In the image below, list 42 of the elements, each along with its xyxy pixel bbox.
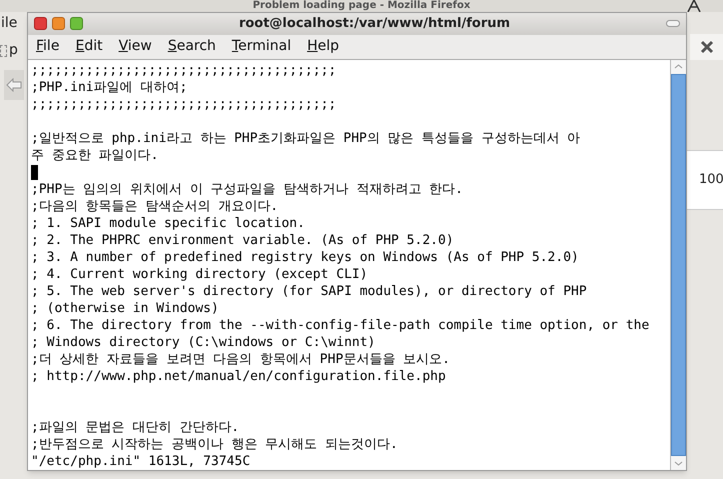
terminal-line: ; 2. The PHPRC environment variable. (As of PHP 5.2.0) xyxy=(31,233,454,248)
terminal-line: ; http://www.php.net/manual/en/configuration.file.php xyxy=(31,369,446,384)
close-icon[interactable] xyxy=(34,17,47,30)
background-menu-item[interactable]: ile xyxy=(1,13,18,34)
scroll-up-icon[interactable] xyxy=(671,60,686,74)
terminal-line: ;더 상세한 자료들을 보려면 다음의 항목에서 PHP문서들을 보시오. xyxy=(31,352,450,367)
menu-item[interactable]: File xyxy=(36,36,60,58)
terminal-line: ;일반적으로 php.ini라고 하는 PHP초기화파일은 PHP의 많은 특성들을 구성하는데서 아 xyxy=(31,131,580,146)
terminal-line: ; Windows directory (C:\windows or C:\winnt) xyxy=(31,335,376,350)
terminal-line: ;PHP.ini파일에 대하여; xyxy=(31,80,188,95)
terminal-line: ;파일의 문법은 대단히 간단하다. xyxy=(31,420,240,435)
terminal-line: ; 3. A number of predefined registry keys on Windows (As of PHP 5.2.0) xyxy=(31,250,579,265)
text-cursor xyxy=(31,165,38,180)
menu-item[interactable]: Search xyxy=(168,36,216,58)
menu-item[interactable]: Help xyxy=(307,36,340,58)
zoom-level: 100 xyxy=(699,171,723,190)
close-icon[interactable] xyxy=(700,40,714,54)
terminal-line: "/etc/php.ini" 1613L, 73745C xyxy=(31,454,250,469)
menu-item[interactable]: Edit xyxy=(75,36,103,58)
terminal-line: ;PHP는 임의의 위치에서 이 구성파일을 탐색하거나 적재하려고 한다. xyxy=(31,182,463,197)
scroll-down-icon[interactable] xyxy=(671,456,686,470)
terminal-line: ;다음의 항목들은 탐색순서의 개요이다. xyxy=(31,199,278,214)
minimize-icon[interactable] xyxy=(52,17,65,30)
maximize-icon[interactable] xyxy=(70,17,83,30)
terminal-line: ; 6. The directory from the --with-config-file-path compile time option, or the xyxy=(31,318,650,333)
terminal-line: ;;;;;;;;;;;;;;;;;;;;;;;;;;;;;;;;;;;;;;; xyxy=(31,97,336,112)
tab-icon xyxy=(0,44,7,56)
window-title: root@localhost:/var/www/html/forum xyxy=(238,15,512,34)
terminal-line: ;반두점으로 시작하는 공백이나 행은 무시해도 되는것이다. xyxy=(31,437,398,452)
terminal-line: ;;;;;;;;;;;;;;;;;;;;;;;;;;;;;;;;;;;;;;; xyxy=(31,63,336,78)
terminal-line: ; (otherwise in Windows) xyxy=(31,301,219,316)
menu-item[interactable]: View xyxy=(118,36,152,58)
back-arrow-icon[interactable] xyxy=(6,78,22,92)
background-tab[interactable]: p xyxy=(9,40,18,61)
terminal-line: 주 중요한 파일이다. xyxy=(31,148,158,163)
toolbar-icon[interactable] xyxy=(687,0,701,12)
terminal-line: ; 4. Current working directory (except CLI) xyxy=(31,267,368,282)
background-window-title: Problem loading page - Mozilla Firefox xyxy=(252,0,470,12)
terminal-line: ; 1. SAPI module specific location. xyxy=(31,216,305,231)
menu-item[interactable]: Terminal xyxy=(232,36,292,58)
shade-icon[interactable] xyxy=(666,20,680,28)
terminal-line: ; 5. The web server's directory (for SAPI modules), or directory of PHP xyxy=(31,284,587,299)
